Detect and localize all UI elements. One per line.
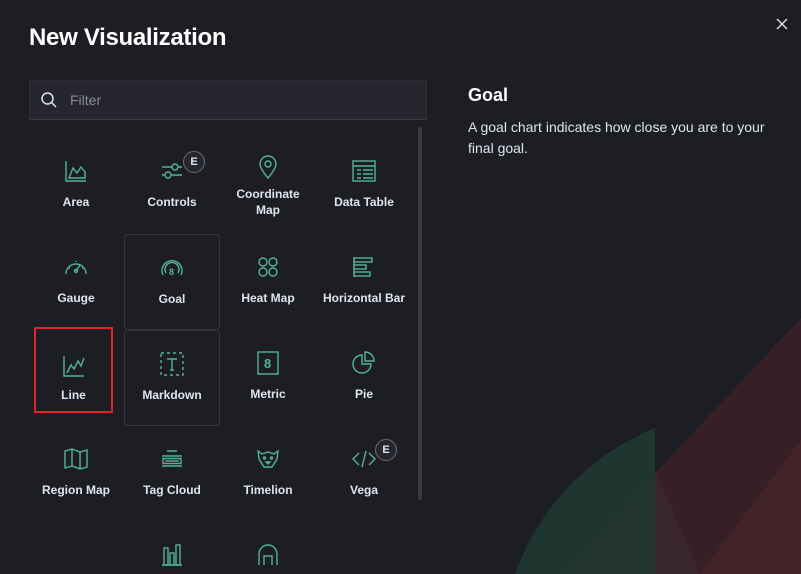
map-pin-icon xyxy=(255,154,281,180)
vis-type-horizontal-bar[interactable]: Horizontal Bar xyxy=(316,234,412,330)
metric-icon: 8 xyxy=(255,350,281,376)
timelion-icon xyxy=(255,446,281,472)
vis-type-data-table[interactable]: Data Table xyxy=(316,138,412,234)
area-chart-icon xyxy=(63,158,89,184)
filter-input[interactable] xyxy=(68,91,426,109)
pie-chart-icon xyxy=(351,350,377,376)
vis-type-label: Pie xyxy=(354,387,373,401)
vis-type-gauge[interactable]: Gauge xyxy=(28,234,124,330)
vis-type-label: Metric xyxy=(250,387,286,401)
vis-type-label: Line xyxy=(61,388,86,402)
vertical-bar-icon xyxy=(159,542,185,568)
vis-type-label: Timelion xyxy=(243,483,293,497)
markdown-icon xyxy=(159,351,185,377)
vis-type-label: Area xyxy=(62,195,90,209)
vis-type-label: Heat Map xyxy=(241,291,295,305)
vis-type-label: Controls xyxy=(147,195,197,209)
vis-type-vega[interactable]: Vega E xyxy=(316,426,412,522)
vis-type-area[interactable]: Area xyxy=(28,138,124,234)
vis-type-label: Region Map xyxy=(42,483,110,497)
gauge-icon xyxy=(63,254,89,280)
vis-type-timelion[interactable]: Timelion xyxy=(220,426,316,522)
vis-type-region-map[interactable]: Region Map xyxy=(28,426,124,522)
svg-text:8: 8 xyxy=(264,356,271,371)
svg-text:8: 8 xyxy=(169,267,174,277)
line-chart-icon xyxy=(61,353,87,379)
vis-type-heat-map[interactable]: Heat Map xyxy=(220,234,316,330)
filter-field[interactable] xyxy=(29,80,427,120)
vis-type-label: Vega xyxy=(349,483,379,497)
vis-type-vertical-bar[interactable] xyxy=(124,522,220,574)
scrollbar[interactable] xyxy=(418,127,422,500)
search-icon xyxy=(40,91,58,109)
experimental-badge: E xyxy=(375,439,397,461)
vis-type-line[interactable]: Line xyxy=(34,327,113,413)
vis-type-label: Goal xyxy=(158,292,186,306)
vis-type-label: Gauge xyxy=(57,291,95,305)
controls-icon xyxy=(159,158,185,184)
tag-cloud-icon xyxy=(159,446,185,472)
horizontal-bar-icon xyxy=(351,254,377,280)
vis-type-label: Coordinate Map xyxy=(236,187,300,217)
vis-type-label: Tag Cloud xyxy=(143,483,201,497)
experimental-badge: E xyxy=(183,151,205,173)
vis-type-coordinate-map[interactable]: Coordinate Map xyxy=(220,138,316,234)
vis-type-tag-cloud[interactable]: Tag Cloud xyxy=(124,426,220,522)
vis-type-goal[interactable]: 8 Goal xyxy=(124,234,220,330)
new-visualization-modal: New Visualization Area Controls E xyxy=(0,0,801,574)
vis-type-visual-builder[interactable] xyxy=(220,522,316,574)
modal-title: New Visualization xyxy=(29,24,227,51)
vis-type-pie[interactable]: Pie xyxy=(316,330,412,426)
heatmap-icon xyxy=(255,254,281,280)
code-icon xyxy=(351,446,377,472)
vis-type-label: Markdown xyxy=(142,388,202,402)
visual-builder-icon xyxy=(255,542,281,568)
table-icon xyxy=(351,158,377,184)
goal-icon: 8 xyxy=(159,255,185,281)
vis-type-controls[interactable]: Controls E xyxy=(124,138,220,234)
vis-type-label: Horizontal Bar xyxy=(322,291,405,305)
description-title: Goal xyxy=(468,85,509,105)
vis-type-label: Data Table xyxy=(334,195,394,209)
vis-type-markdown[interactable]: Markdown xyxy=(124,330,220,426)
vis-type-metric[interactable]: 8 Metric xyxy=(220,330,316,426)
region-map-icon xyxy=(63,446,89,472)
description-body: A goal chart indicates how close you are… xyxy=(468,119,765,156)
close-icon[interactable] xyxy=(775,17,791,33)
